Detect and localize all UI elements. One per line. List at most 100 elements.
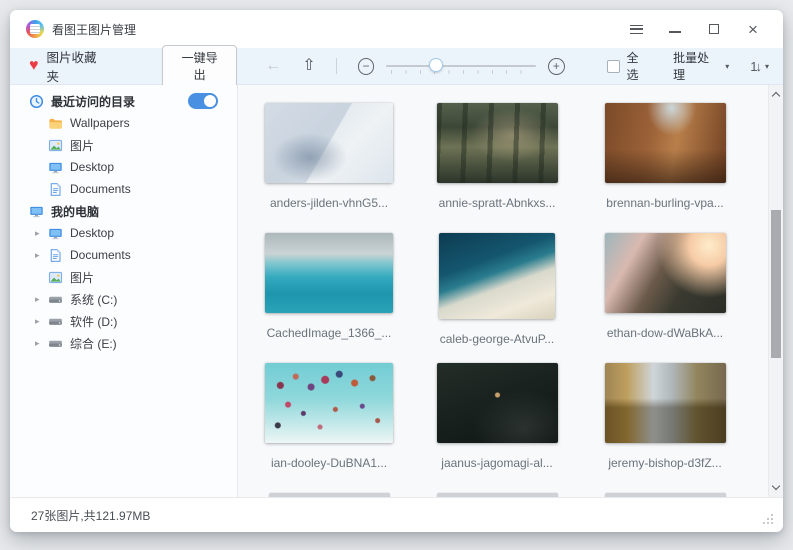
sidebar-item-my-computer[interactable]: 我的电脑	[10, 200, 237, 222]
sidebar-item-label: Wallpapers	[70, 116, 130, 130]
clock-icon	[29, 94, 44, 109]
vertical-scrollbar[interactable]	[768, 85, 783, 497]
sidebar-item-pictures[interactable]: 图片	[10, 266, 237, 288]
thumbnail-filename: ian-dooley-DuBNA1...	[271, 456, 387, 470]
sidebar-item-label: 最近访问的目录	[51, 93, 135, 110]
grid-item[interactable]: brennan-burling-vpa...	[581, 103, 749, 233]
grid-item[interactable]: caleb-george-AtvuP...	[413, 233, 581, 363]
select-all-checkbox[interactable]	[607, 60, 620, 73]
sidebar-item-recent-dirs[interactable]: 最近访问的目录	[10, 90, 237, 112]
document-icon	[48, 182, 63, 197]
favorites-label: 图片收藏夹	[47, 47, 109, 85]
up-level-icon[interactable]: ⇧	[302, 58, 315, 74]
expander-icon[interactable]: ▸	[35, 339, 48, 348]
thumbnail-image[interactable]	[605, 103, 726, 183]
grid-item[interactable]: annie-spratt-Abnkxs...	[413, 103, 581, 233]
expander-icon[interactable]: ▸	[35, 251, 48, 260]
grid-item[interactable]: jaanus-jagomagi-al...	[413, 363, 581, 493]
thumbnail-image[interactable]	[437, 103, 558, 183]
thumbnail-filename: caleb-george-AtvuP...	[440, 332, 555, 346]
heart-icon: ♥	[29, 58, 39, 74]
thumbnail-filename: annie-spratt-Abnkxs...	[439, 196, 556, 210]
document-icon	[48, 248, 63, 263]
window-controls: ×	[628, 21, 767, 37]
zoom-slider-ticks	[391, 70, 533, 74]
picture-icon	[48, 138, 63, 153]
select-all-label[interactable]: 全选	[627, 49, 651, 83]
sidebar-item-drive-d[interactable]: ▸ 软件 (D:)	[10, 310, 237, 332]
thumbnail-filename: CachedImage_1366_...	[267, 326, 392, 340]
expander-icon[interactable]: ▸	[35, 229, 48, 238]
expander-icon[interactable]: ▸	[35, 317, 48, 326]
resize-grip[interactable]	[762, 513, 774, 525]
status-summary: 27张图片,共121.97MB	[31, 507, 150, 524]
zoom-slider[interactable]	[386, 56, 536, 76]
sidebar-item-documents-recent[interactable]: Documents	[10, 178, 237, 200]
toolbar: ♥ 图片收藏夹 一键导出 ← ⇧ − + 全选 批量处理 ▾ 1↓ ▾	[10, 48, 783, 85]
batch-process-label: 批量处理	[673, 49, 720, 83]
caret-down-icon: ▾	[725, 62, 729, 71]
zoom-slider-track	[386, 65, 536, 67]
image-grid-panel: anders-jilden-vhnG5... annie-spratt-Abnk…	[238, 85, 768, 497]
close-icon[interactable]: ×	[745, 21, 761, 37]
grid-item[interactable]: CachedImage_1366_...	[245, 233, 413, 363]
sidebar-item-wallpapers[interactable]: Wallpapers	[10, 112, 237, 134]
drive-icon	[48, 292, 63, 307]
thumbnail-image[interactable]	[265, 103, 393, 183]
thumbnail-filename: brennan-burling-vpa...	[606, 196, 723, 210]
title-bar: 看图王图片管理 ×	[10, 10, 783, 48]
thumbnail-image[interactable]	[265, 363, 393, 443]
scroll-down-icon[interactable]	[772, 482, 780, 490]
scrollbar-thumb[interactable]	[771, 210, 781, 358]
minimize-icon[interactable]	[667, 21, 683, 37]
picture-icon	[48, 270, 63, 285]
sidebar-item-desktop-recent[interactable]: Desktop	[10, 156, 237, 178]
thumbnail-image[interactable]	[605, 233, 726, 313]
sidebar-item-label: 综合 (E:)	[70, 335, 117, 352]
sidebar-item-pictures-recent[interactable]: 图片	[10, 134, 237, 156]
scroll-up-icon[interactable]	[772, 92, 780, 100]
sidebar-item-label: 软件 (D:)	[70, 313, 117, 330]
thumbnail-image[interactable]	[605, 363, 726, 443]
sidebar-item-desktop[interactable]: ▸ Desktop	[10, 222, 237, 244]
caret-down-icon: ▾	[765, 62, 769, 71]
thumbnail-filename: ethan-dow-dWaBkA...	[607, 326, 723, 340]
image-grid: anders-jilden-vhnG5... annie-spratt-Abnk…	[245, 103, 749, 497]
menu-icon[interactable]	[628, 21, 644, 37]
thumbnail-filename: jaanus-jagomagi-al...	[441, 456, 552, 470]
drive-icon	[48, 336, 63, 351]
thumbnail-image[interactable]	[439, 233, 555, 319]
app-body: 最近访问的目录 Wallpapers 图片 Desktop Documents	[10, 85, 783, 497]
computer-icon	[29, 204, 44, 219]
grid-item[interactable]: jeremy-bishop-d3fZ...	[581, 363, 749, 493]
zoom-in-icon[interactable]: +	[548, 58, 565, 75]
grid-item[interactable]: ian-dooley-DuBNA1...	[245, 363, 413, 493]
batch-process-button[interactable]: 批量处理 ▾	[673, 49, 729, 83]
sidebar-item-label: Documents	[70, 248, 131, 262]
export-button[interactable]: 一键导出	[162, 45, 237, 88]
expander-icon[interactable]: ▸	[35, 295, 48, 304]
sort-order-button[interactable]: 1↓ ▾	[750, 59, 769, 74]
sidebar-item-drive-c[interactable]: ▸ 系统 (C:)	[10, 288, 237, 310]
toolbar-divider	[336, 58, 337, 74]
sidebar-item-label: Desktop	[70, 160, 114, 174]
monitor-icon	[48, 160, 63, 175]
thumbnail-image[interactable]	[437, 363, 558, 443]
thumbnail-filename: jeremy-bishop-d3fZ...	[608, 456, 721, 470]
zoom-out-icon[interactable]: −	[358, 58, 375, 75]
sidebar-item-label: 图片	[70, 137, 94, 154]
recent-dirs-toggle[interactable]	[188, 93, 218, 109]
maximize-icon[interactable]	[706, 21, 722, 37]
app-window: 看图王图片管理 × ♥ 图片收藏夹 一键导出 ← ⇧ − + 全选 批量处理 ▾…	[10, 10, 783, 532]
window-title: 看图王图片管理	[52, 21, 136, 38]
status-bar: 27张图片,共121.97MB	[10, 497, 783, 532]
grid-item[interactable]: anders-jilden-vhnG5...	[245, 103, 413, 233]
folder-icon	[48, 116, 63, 131]
sidebar-item-drive-e[interactable]: ▸ 综合 (E:)	[10, 332, 237, 354]
thumbnail-filename: anders-jilden-vhnG5...	[270, 196, 388, 210]
sidebar-item-label: 我的电脑	[51, 203, 99, 220]
thumbnail-image[interactable]	[265, 233, 393, 313]
sidebar-item-documents[interactable]: ▸ Documents	[10, 244, 237, 266]
grid-item[interactable]: ethan-dow-dWaBkA...	[581, 233, 749, 363]
back-icon[interactable]: ←	[265, 58, 281, 74]
